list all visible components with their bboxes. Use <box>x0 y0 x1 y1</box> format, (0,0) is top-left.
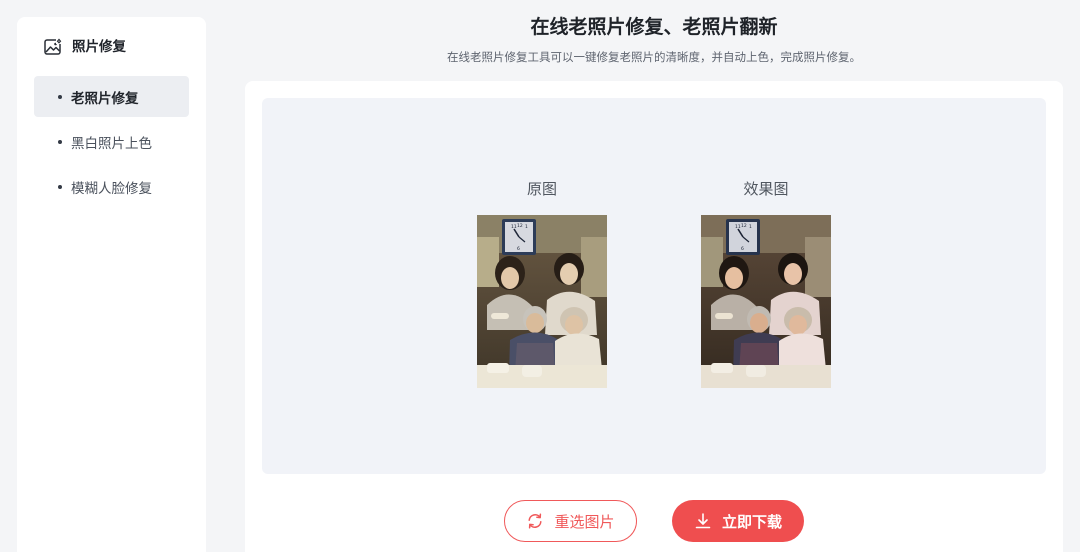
sidebar-item-label: 模糊人脸修复 <box>71 180 152 197</box>
sidebar-item-label: 黑白照片上色 <box>71 135 152 152</box>
sidebar-title: 照片修复 <box>72 39 126 55</box>
bullet-dot <box>58 184 62 189</box>
sidebar-item-old-photo-repair[interactable]: 老照片修复 <box>34 76 189 117</box>
original-label: 原图 <box>526 180 557 198</box>
result-label: 效果图 <box>743 180 789 198</box>
reselect-image-button[interactable]: 重选图片 <box>504 500 637 542</box>
sidebar-item-label: 老照片修复 <box>71 90 139 107</box>
clock-number: 1 <box>749 224 752 230</box>
reselect-label: 重选图片 <box>554 512 615 531</box>
sidebar: 照片修复 老照片修复 黑白照片上色 模糊人脸修复 <box>17 17 206 552</box>
clock-number: 11 <box>511 224 517 230</box>
result-preview: 效果图 11 12 1 6 <box>701 178 831 388</box>
clock-number: 12 <box>741 223 747 229</box>
clock-number: 11 <box>735 224 741 230</box>
clock-number: 6 <box>741 246 744 252</box>
bullet-dot <box>58 139 62 144</box>
download-label: 立即下载 <box>721 512 782 531</box>
original-photo: 11 12 1 6 <box>477 215 607 388</box>
download-icon <box>694 512 712 530</box>
clock-number: 1 <box>525 224 528 230</box>
bullet-dot <box>58 94 62 99</box>
sidebar-header: 照片修复 <box>43 37 126 57</box>
clock-number: 6 <box>517 246 520 252</box>
refresh-icon <box>526 512 544 530</box>
download-now-button[interactable]: 立即下载 <box>672 500 804 542</box>
sidebar-item-bw-colorize[interactable]: 黑白照片上色 <box>34 121 189 162</box>
result-photo: 11 12 1 6 <box>701 215 831 388</box>
image-repair-icon <box>43 37 63 57</box>
page-title: 在线老照片修复、老照片翻新 <box>530 16 778 38</box>
clock-number: 12 <box>517 223 523 229</box>
original-preview: 原图 11 12 1 6 <box>477 178 607 388</box>
page-subtitle: 在线老照片修复工具可以一键修复老照片的清晰度，并自动上色，完成照片修复。 <box>447 50 861 64</box>
preview-area: 原图 11 12 1 6 效果图 11 12 1 6 <box>262 98 1046 474</box>
sidebar-item-blurry-face-repair[interactable]: 模糊人脸修复 <box>34 166 189 207</box>
main-card: 原图 11 12 1 6 效果图 11 12 1 6 重选图片 立即下载 <box>245 81 1063 552</box>
